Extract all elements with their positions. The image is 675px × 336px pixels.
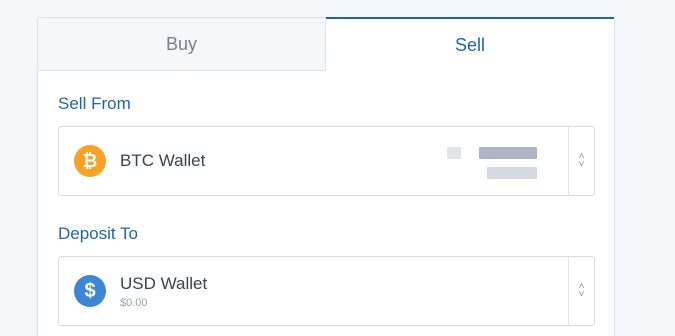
sell-from-label: Sell From [58,94,131,113]
tab-sell[interactable]: Sell [326,17,614,71]
chevron-updown-icon: ˄ ˅ [568,127,594,195]
sell-from-select[interactable]: ₿ BTC Wallet ˄ ˅ [58,126,595,196]
tab-bar: Buy Sell [38,17,614,71]
bitcoin-icon: ₿ [74,145,106,177]
deposit-to-label: Deposit To [58,224,139,243]
sell-from-wallet-name: BTC Wallet [120,151,206,170]
deposit-to-select[interactable]: $ USD Wallet $0.00 ˄ ˅ [58,256,595,326]
tab-buy[interactable]: Buy [38,18,326,71]
trade-card: Buy Sell Sell From ₿ BTC Wallet ˄ ˅ Depos… [37,17,615,336]
dollar-icon: $ [74,275,106,307]
deposit-to-balance: $0.00 [120,297,148,309]
deposit-to-wallet-name: USD Wallet [120,274,208,293]
chevron-updown-icon: ˄ ˅ [568,257,594,325]
